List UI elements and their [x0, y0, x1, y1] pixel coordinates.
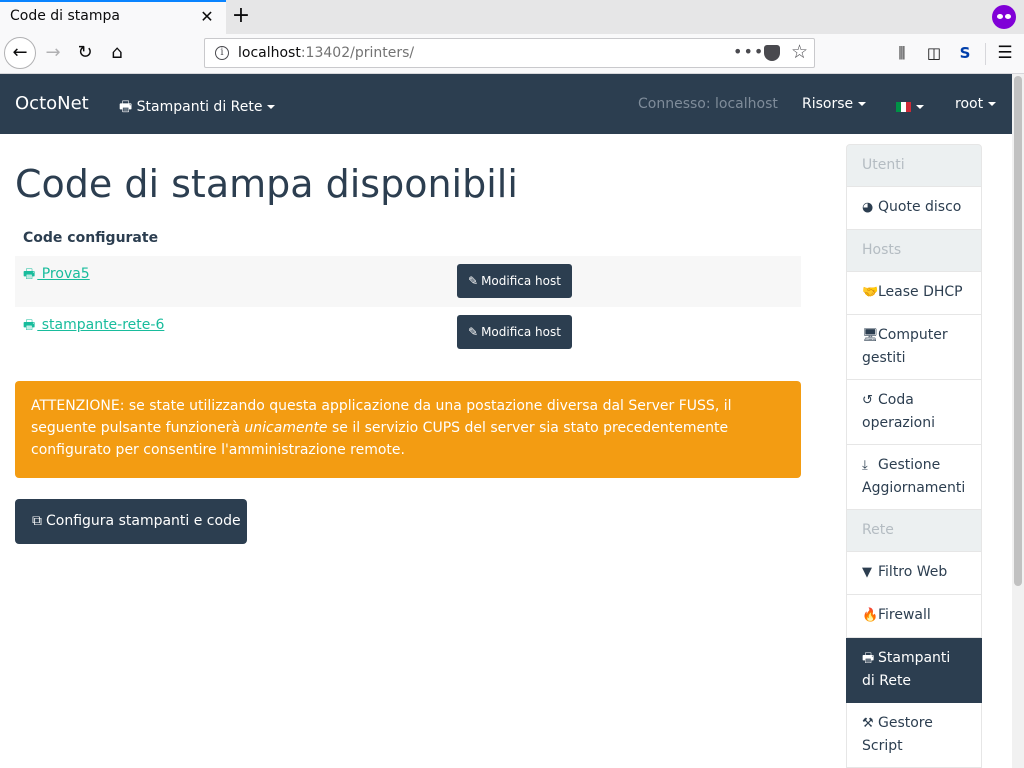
- table-row: 🖶 stampante-rete-6 ✎ Modifica host: [15, 307, 801, 358]
- new-tab-button[interactable]: +: [230, 2, 252, 30]
- sidebar-item-label: Firewall: [878, 607, 931, 623]
- brand-link[interactable]: OctoNet: [15, 93, 89, 114]
- private-browsing-icon: [992, 5, 1016, 29]
- printer-queue-table: Code configurate 🖶 Prova5 ✎ Modifica host…: [15, 222, 801, 358]
- sidebar-header-rete: Rete: [846, 510, 982, 552]
- sidebar-item-label: Lease DHCP: [878, 284, 963, 300]
- page-actions-icon[interactable]: •••: [733, 42, 764, 61]
- url-text[interactable]: localhost:13402/printers/: [238, 45, 414, 61]
- sidebar-item-firewall[interactable]: 🔥Firewall: [846, 595, 982, 638]
- printer-icon: 🖶: [862, 651, 875, 666]
- url-path: :13402/printers/: [300, 45, 415, 61]
- table-row: 🖶 Prova5 ✎ Modifica host: [15, 256, 801, 307]
- configure-printers-button[interactable]: ⧉ Configura stampanti e code: [15, 499, 247, 544]
- sidebar-item-gestione-aggiornamenti[interactable]: ⤓ Gestione Aggiornamenti: [846, 445, 982, 510]
- app-navbar: OctoNet 🖶 Stampanti di Rete Connesso: lo…: [0, 74, 1012, 134]
- sidebar-item-label: Gestione Aggiornamenti: [862, 457, 966, 496]
- edit-host-button[interactable]: ✎ Modifica host: [457, 264, 572, 298]
- pie-chart-icon: ◕: [862, 200, 874, 215]
- italian-flag-icon: [896, 101, 911, 112]
- edit-host-label: Modifica host: [481, 274, 561, 288]
- sidebar-item-coda-operazioni[interactable]: ↺ Coda operazioni: [846, 380, 982, 445]
- hamburger-menu-icon[interactable]: ☰: [996, 42, 1014, 64]
- printer-link[interactable]: 🖶 stampante-rete-6: [23, 317, 164, 333]
- home-button[interactable]: ⌂: [102, 38, 132, 68]
- printers-menu-label: Stampanti di Rete: [136, 99, 263, 115]
- connection-status: Connesso: localhost: [638, 96, 778, 112]
- sidebar-item-computer-gestiti[interactable]: 🖥Computer gestiti: [846, 315, 982, 380]
- caret-down-icon: [267, 105, 276, 109]
- printer-name: Prova5: [37, 266, 90, 282]
- reload-button[interactable]: ↻: [70, 38, 100, 68]
- printer-name: stampante-rete-6: [37, 317, 165, 333]
- configure-printers-label: Configura stampanti e code: [46, 513, 241, 529]
- external-link-icon: ⧉: [32, 513, 42, 529]
- sidebar-header-label: Hosts: [862, 242, 902, 258]
- printer-link[interactable]: 🖶 Prova5: [23, 266, 90, 282]
- page-viewport: OctoNet 🖶 Stampanti di Rete Connesso: lo…: [0, 74, 1024, 768]
- printer-action-cell: ✎ Modifica host: [449, 307, 801, 358]
- url-bar[interactable]: i localhost:13402/printers/ ••• ☆: [204, 38, 815, 68]
- history-icon: ↺: [862, 393, 873, 408]
- back-button[interactable]: ←: [4, 37, 36, 69]
- site-info-icon[interactable]: i: [215, 46, 229, 60]
- sidebar-item-label: Filtro Web: [878, 564, 948, 580]
- printer-icon: 🖶: [23, 267, 36, 282]
- sidebar-item-filtro-web[interactable]: ▼ Filtro Web: [846, 552, 982, 595]
- caret-down-icon: [858, 102, 867, 106]
- sidebar-item-lease-dhcp[interactable]: 🤝Lease DHCP: [846, 272, 982, 315]
- sidebar-header-utenti: Utenti: [846, 144, 982, 187]
- sidebar-toggle-icon[interactable]: ◫: [925, 42, 943, 64]
- alert-text-emphasis: unicamente: [244, 420, 328, 436]
- printer-icon: 🖶: [23, 318, 36, 333]
- bookmark-star-icon[interactable]: ☆: [791, 41, 808, 63]
- sidebar-item-stampanti-di-rete[interactable]: 🖶 Stampanti di Rete: [846, 638, 982, 703]
- edit-host-button[interactable]: ✎ Modifica host: [457, 315, 572, 349]
- sidebar-header-hosts: Hosts: [846, 230, 982, 272]
- close-tab-icon[interactable]: ✕: [198, 7, 216, 27]
- sidebar-item-quote-disco[interactable]: ◕ Quote disco: [846, 187, 982, 230]
- sync-account-icon[interactable]: S: [956, 42, 974, 64]
- tab-title: Code di stampa: [10, 8, 120, 24]
- printers-menu[interactable]: 🖶 Stampanti di Rete: [119, 96, 276, 120]
- fire-icon: 🔥: [862, 608, 879, 623]
- resources-menu[interactable]: Risorse: [802, 96, 867, 112]
- forward-button[interactable]: →: [38, 38, 68, 68]
- edit-host-label: Modifica host: [481, 325, 561, 339]
- filter-icon: ▼: [862, 565, 872, 580]
- browser-tab[interactable]: Code di stampa ✕: [0, 0, 226, 34]
- page-title: Code di stampa disponibili: [15, 162, 518, 206]
- table-header: Code configurate: [23, 229, 159, 246]
- page-scrollbar-thumb[interactable]: [1014, 76, 1022, 586]
- browser-tab-strip: Code di stampa ✕ +: [0, 0, 1024, 34]
- sidebar-menu: Utenti ◕ Quote disco Hosts 🤝Lease DHCP 🖥C…: [846, 144, 982, 768]
- language-menu[interactable]: [896, 96, 924, 114]
- printer-icon: 🖶: [119, 99, 133, 115]
- sidebar-header-label: Utenti: [862, 157, 905, 173]
- toolbar-divider: [985, 43, 986, 65]
- user-menu-label: root: [955, 96, 984, 112]
- printer-name-cell: 🖶 stampante-rete-6: [15, 307, 449, 358]
- pencil-icon: ✎: [468, 274, 479, 288]
- sidebar-item-label: Quote disco: [878, 199, 962, 215]
- desktop-icon: 🖥: [862, 328, 879, 343]
- handshake-icon: 🤝: [862, 285, 879, 300]
- magic-wand-icon: ⚒: [862, 716, 874, 731]
- user-menu[interactable]: root: [955, 96, 997, 112]
- pocket-icon[interactable]: [764, 45, 780, 61]
- sidebar-header-label: Rete: [862, 522, 894, 538]
- warning-alert: ATTENZIONE: se state utilizzando questa …: [15, 381, 801, 478]
- pencil-icon: ✎: [468, 325, 479, 339]
- resources-menu-label: Risorse: [802, 96, 854, 112]
- caret-down-icon: [988, 102, 997, 106]
- browser-toolbar: ← → ↻ ⌂ i localhost:13402/printers/ ••• …: [0, 34, 1024, 74]
- download-icon: ⤓: [862, 458, 868, 473]
- printer-action-cell: ✎ Modifica host: [449, 256, 801, 307]
- printer-name-cell: 🖶 Prova5: [15, 256, 449, 307]
- library-icon[interactable]: ⫼: [892, 42, 912, 64]
- sidebar-item-gestore-script[interactable]: ⚒ Gestore Script: [846, 703, 982, 768]
- url-host: localhost: [238, 45, 301, 61]
- caret-down-icon: [916, 104, 924, 109]
